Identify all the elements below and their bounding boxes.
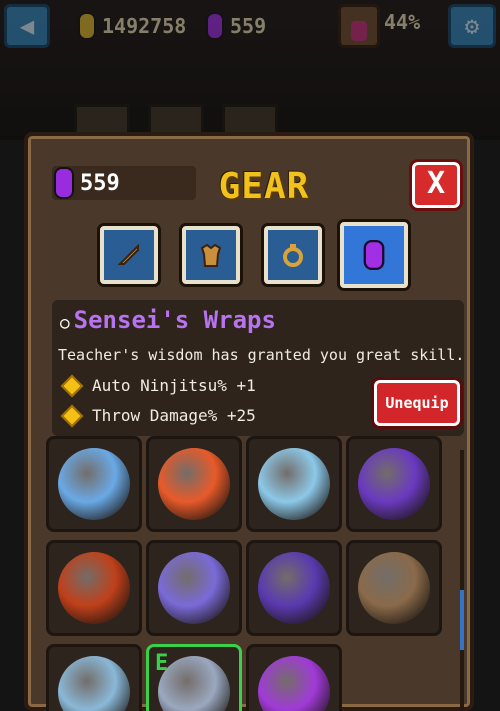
stat-text: Throw Damage% +25 [92, 406, 256, 425]
item-stat: Auto Ninjitsu% +1 [60, 374, 256, 397]
gold-amount: 1492758 [102, 14, 187, 38]
tab-gem[interactable] [340, 222, 408, 288]
unequip-button[interactable]: Unequip [374, 380, 460, 426]
panel-title: GEAR [218, 166, 310, 207]
equipped-badge: E [155, 651, 169, 676]
scrollbar[interactable] [460, 450, 464, 711]
wraps-icon [158, 656, 230, 711]
close-button[interactable]: X [412, 162, 460, 208]
back-button[interactable]: ◀ [4, 4, 50, 48]
gem-amount: 559 [230, 14, 267, 38]
ring-slot-icon: ○ [60, 313, 70, 332]
gear-panel: 559 GEAR X ○ Sensei's Wraps Teacher's wis… [24, 132, 474, 711]
flame-amulet-icon [158, 448, 230, 520]
panel-gem-amount: 559 [80, 170, 120, 196]
back-arrow-icon: ◀ [19, 12, 35, 40]
gear-slot[interactable] [346, 540, 442, 636]
item-detail-card: ○ Sensei's Wraps Teacher's wisdom has gra… [52, 300, 464, 436]
pearl-ring-icon [58, 448, 130, 520]
tab-armor[interactable] [182, 226, 240, 284]
gear-slot[interactable] [246, 436, 342, 532]
gear-slot[interactable] [246, 644, 342, 711]
settings-button[interactable]: ⚙ [448, 4, 496, 48]
gear-slot[interactable] [46, 644, 142, 711]
potion-percent: 44% [384, 10, 421, 34]
item-stat: Throw Damage% +25 [60, 404, 256, 427]
moon-ribbon-icon [258, 552, 330, 624]
armor-icon [200, 243, 222, 267]
gear-slot[interactable] [146, 436, 242, 532]
purple-gem-icon [206, 12, 224, 40]
stat-text: Auto Ninjitsu% +1 [92, 376, 256, 395]
tab-accessory[interactable] [264, 226, 322, 284]
item-name-text: Sensei's Wraps [73, 306, 276, 334]
winged-staff-icon [358, 552, 430, 624]
item-name: ○ Sensei's Wraps [60, 306, 276, 334]
gear-category-tabs [100, 222, 420, 292]
fire-heart-icon [58, 552, 130, 624]
scroll-thumb[interactable] [460, 590, 464, 650]
gear-grid: E [46, 436, 456, 711]
gold-coin-icon [78, 12, 96, 40]
potion-icon[interactable] [338, 4, 380, 48]
top-bar: ◀ 1492758 559 44% ⚙ [0, 0, 500, 56]
gear-slot[interactable] [46, 540, 142, 636]
gear-slot[interactable] [46, 436, 142, 532]
tab-weapon[interactable] [100, 226, 158, 284]
purple-gem-icon [54, 167, 74, 199]
potion-jar-icon [358, 448, 430, 520]
gem-counter: 559 [206, 10, 266, 42]
gear-slot[interactable] [346, 436, 442, 532]
gear-slot[interactable] [146, 540, 242, 636]
sword-icon [117, 243, 139, 265]
diamond-icon [60, 374, 84, 397]
ring-icon [283, 244, 303, 267]
item-description: Teacher's wisdom has granted you great s… [58, 346, 465, 364]
gear-slot[interactable]: E [146, 644, 242, 711]
gear-slot[interactable] [246, 540, 342, 636]
gold-counter: 1492758 [78, 10, 186, 42]
diamond-icon [60, 404, 84, 427]
spirit-heart-icon [258, 656, 330, 711]
gear-icon: ⚙ [464, 12, 480, 40]
crystal-shield-icon [258, 448, 330, 520]
gem-icon [363, 240, 385, 270]
panel-gem-count: 559 [52, 166, 196, 200]
moon-crown-icon [158, 552, 230, 624]
winged-helmet-icon [58, 656, 130, 711]
